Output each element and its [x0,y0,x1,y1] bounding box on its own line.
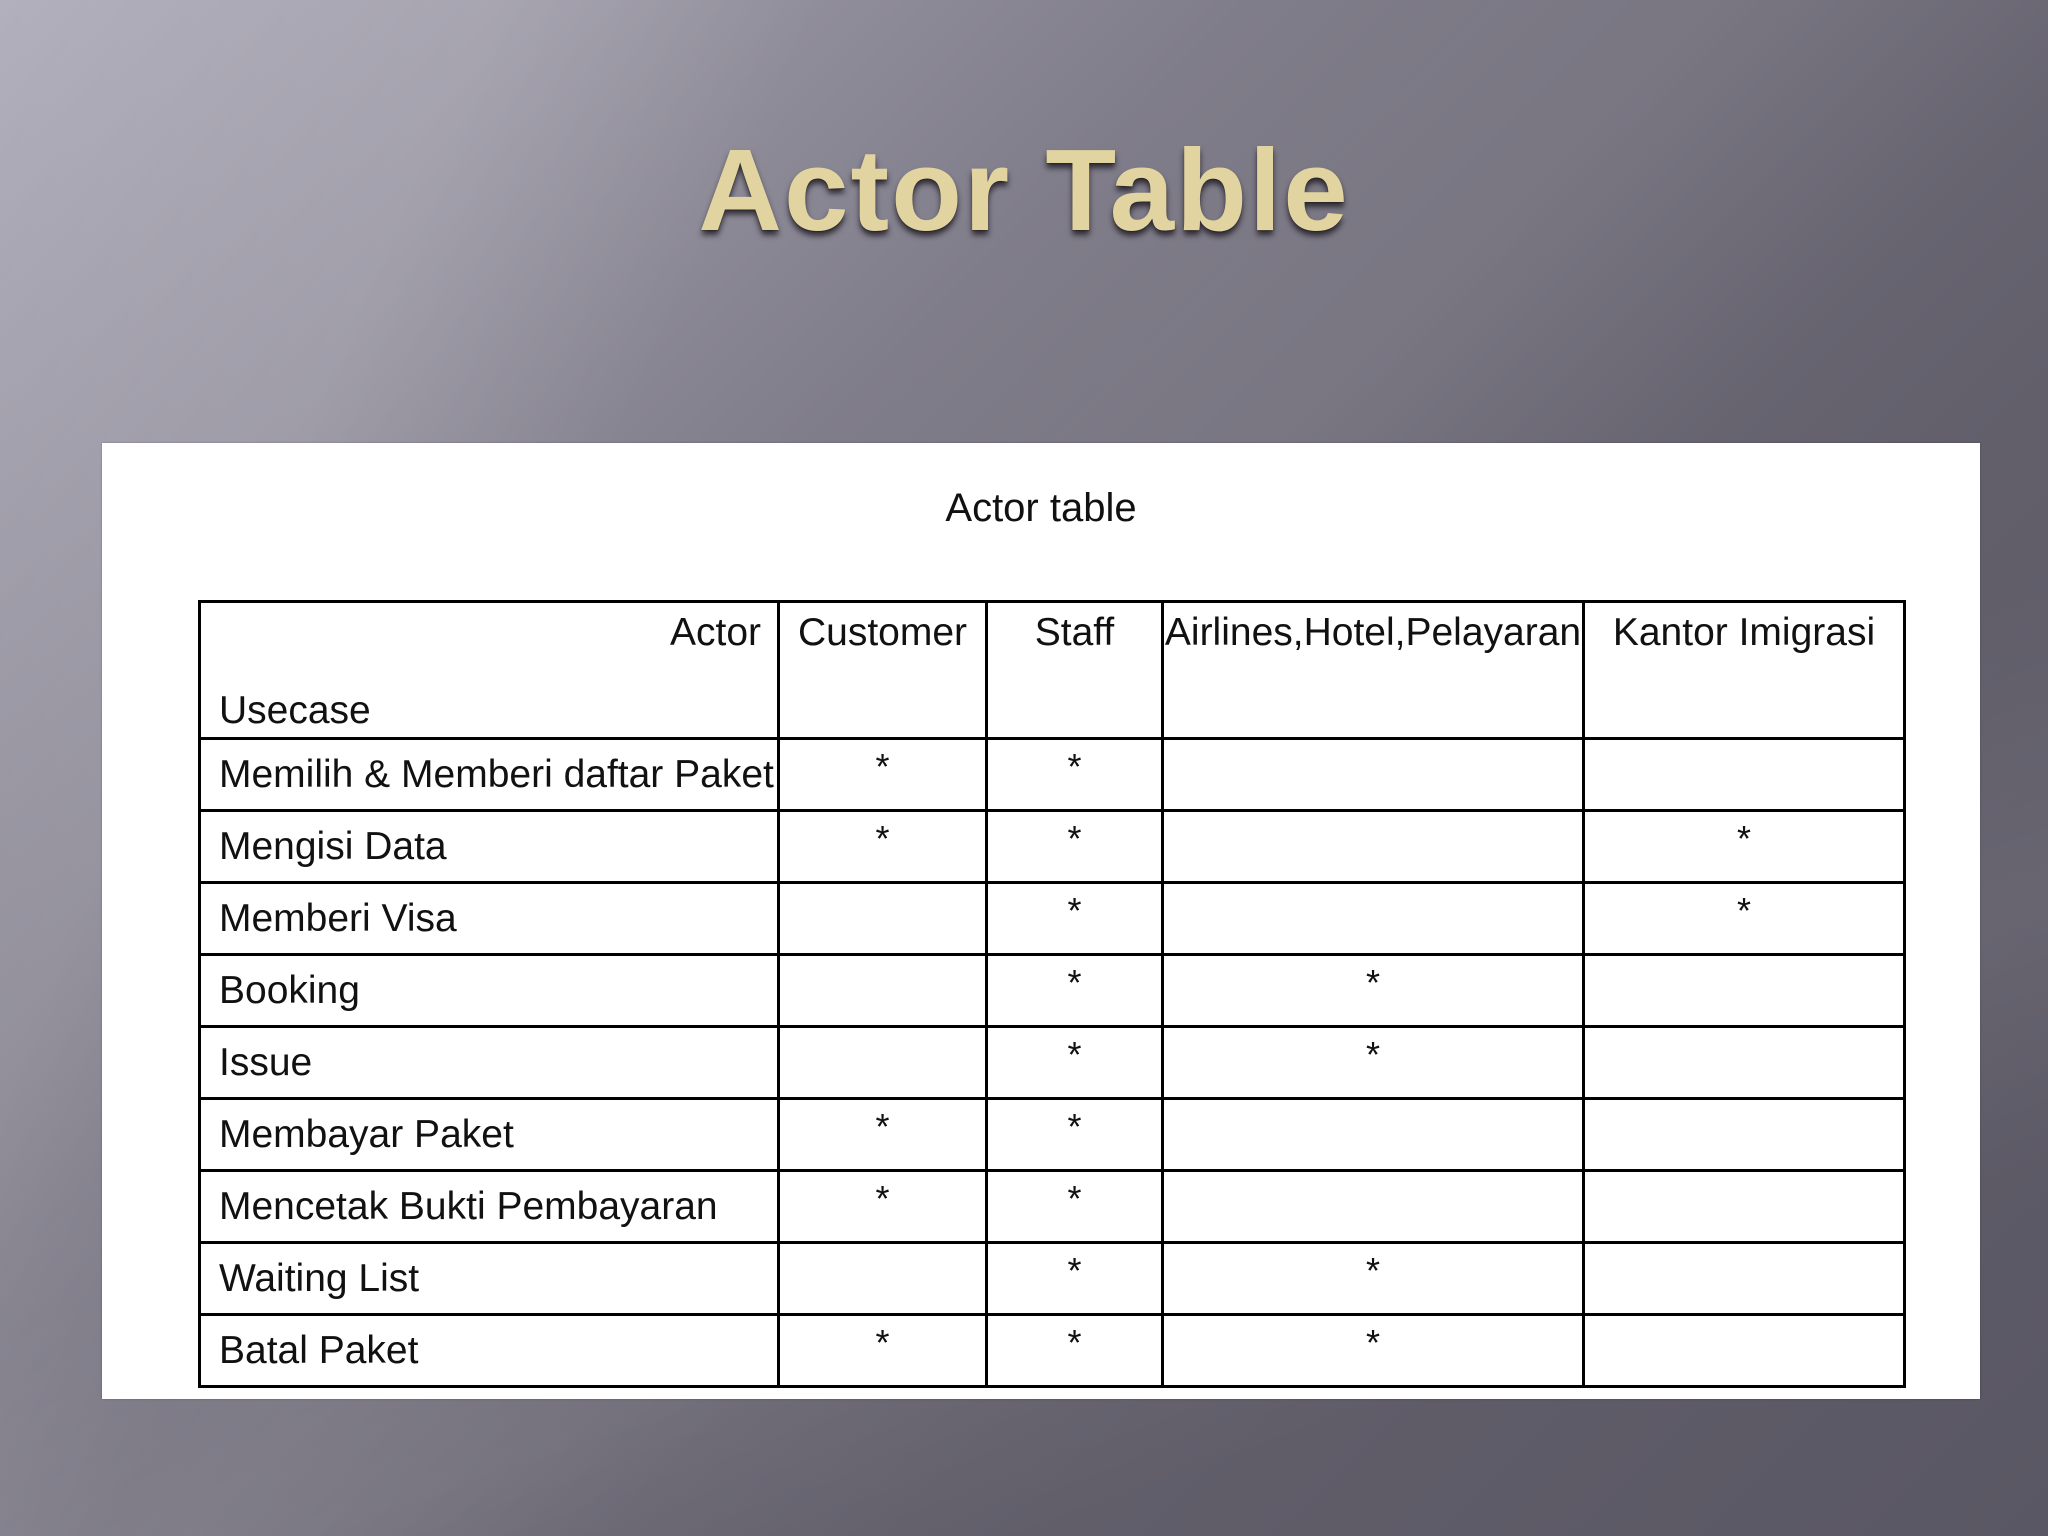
column-header-airlines-hotel-pelayaran: Airlines,Hotel,Pelayaran [1161,600,1585,740]
mark-cell: * [1582,881,1906,956]
column-header-staff: Staff [985,600,1164,740]
mark-cell: * [1161,1241,1585,1316]
mark-cell [1161,737,1585,812]
usecase-cell: Mencetak Bukti Pembayaran [198,1169,780,1244]
content-panel: Actor table Actor Usecase Customer Staff… [102,443,1980,1399]
mark-cell: * [1582,809,1906,884]
mark-cell: * [985,1241,1164,1316]
column-header-kantor-imigrasi: Kantor Imigrasi [1582,600,1906,740]
mark-cell: * [985,1025,1164,1100]
column-header-customer: Customer [777,600,988,740]
mark-cell [1582,1241,1906,1316]
mark-cell [1582,737,1906,812]
header-row: Actor Usecase Customer Staff Airlines,Ho… [198,600,1906,740]
table-row: Membayar Paket * * [198,1097,1906,1172]
corner-cell: Actor Usecase [198,600,780,740]
table-row: Batal Paket * * * [198,1313,1906,1388]
mark-cell: * [777,1097,988,1172]
table-row: Memberi Visa * * [198,881,1906,956]
mark-cell: * [777,737,988,812]
table-row: Issue * * [198,1025,1906,1100]
mark-cell [1582,953,1906,1028]
mark-cell: * [777,1169,988,1244]
mark-cell: * [985,1169,1164,1244]
table-row: Booking * * [198,953,1906,1028]
mark-cell: * [985,1097,1164,1172]
mark-cell: * [985,953,1164,1028]
table-row: Waiting List * * [198,1241,1906,1316]
usecase-cell: Issue [198,1025,780,1100]
usecase-cell: Waiting List [198,1241,780,1316]
usecase-cell: Batal Paket [198,1313,780,1388]
mark-cell: * [985,809,1164,884]
actor-table: Actor Usecase Customer Staff Airlines,Ho… [198,600,1906,1388]
usecase-header-label: Usecase [219,689,371,732]
table-row: Mencetak Bukti Pembayaran * * [198,1169,1906,1244]
mark-cell: * [1161,1025,1585,1100]
mark-cell: * [777,809,988,884]
mark-cell [777,1025,988,1100]
mark-cell [1582,1313,1906,1388]
slide-title: Actor Table [698,125,1350,255]
table-caption: Actor table [945,486,1137,530]
mark-cell: * [1161,1313,1585,1388]
mark-cell: * [985,737,1164,812]
table-row: Mengisi Data * * * [198,809,1906,884]
mark-cell [1582,1097,1906,1172]
mark-cell [1161,1169,1585,1244]
usecase-cell: Booking [198,953,780,1028]
mark-cell [1161,809,1585,884]
mark-cell [1161,1097,1585,1172]
actor-header-label: Actor [669,611,761,654]
table-row: Memilih & Memberi daftar Paket * * [198,737,1906,812]
usecase-cell: Memberi Visa [198,881,780,956]
usecase-cell: Membayar Paket [198,1097,780,1172]
mark-cell [1582,1169,1906,1244]
mark-cell: * [777,1313,988,1388]
mark-cell: * [1161,953,1585,1028]
mark-cell: * [985,1313,1164,1388]
mark-cell [777,881,988,956]
usecase-cell: Mengisi Data [198,809,780,884]
mark-cell [1582,1025,1906,1100]
mark-cell [777,953,988,1028]
mark-cell [1161,881,1585,956]
mark-cell: * [985,881,1164,956]
mark-cell [777,1241,988,1316]
usecase-cell: Memilih & Memberi daftar Paket [198,737,780,812]
